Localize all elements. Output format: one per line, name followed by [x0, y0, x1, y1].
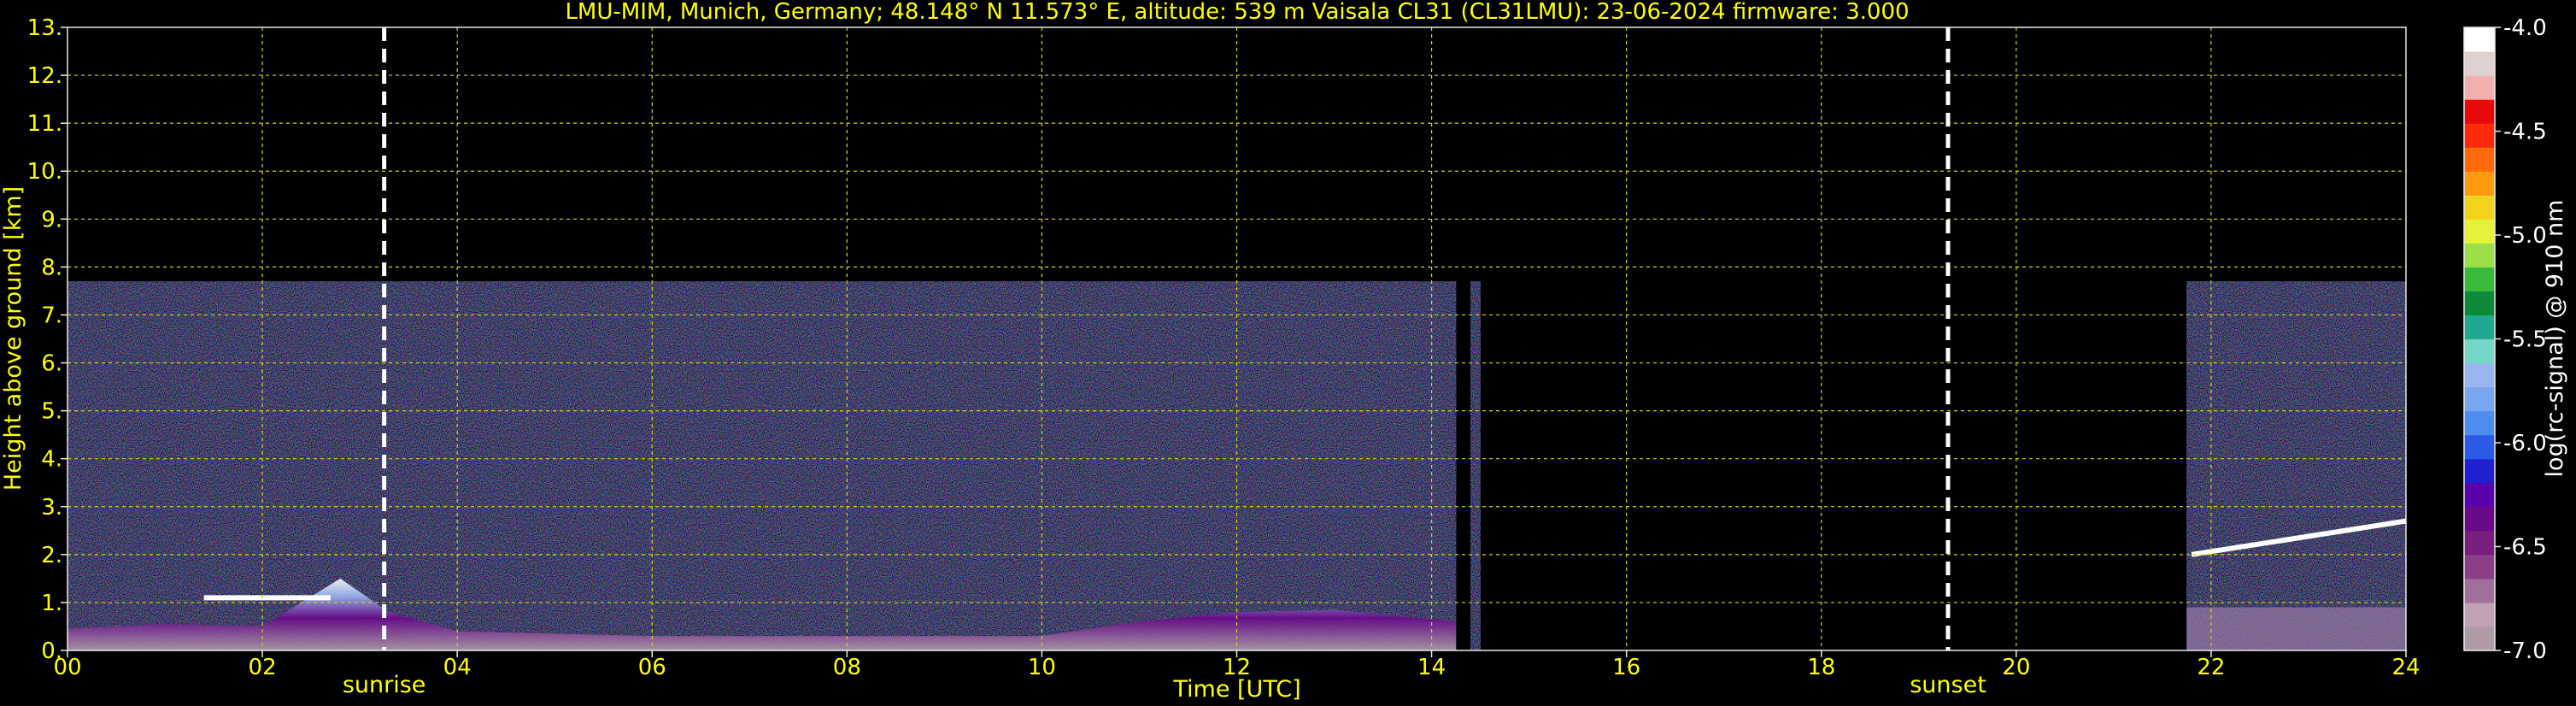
- colorbar-swatch-23: [2464, 75, 2495, 100]
- colorbar-swatch-14: [2464, 291, 2495, 316]
- colorbar-tick-label-0: -4.0: [2503, 15, 2547, 41]
- y-tick-label-13: 13.: [27, 15, 62, 41]
- x-axis-title: Time [UTC]: [1172, 676, 1300, 703]
- x-tick-label-24: 24: [2391, 655, 2420, 680]
- colorbar-swatch-15: [2464, 267, 2495, 292]
- x-tick-label-06: 06: [638, 655, 666, 680]
- colorbar-swatch-25: [2464, 27, 2495, 52]
- colorbar-swatch-12: [2464, 338, 2495, 364]
- x-tick-label-02: 02: [249, 655, 277, 680]
- colorbar-swatch-16: [2464, 243, 2495, 268]
- colorbar-swatch-6: [2464, 482, 2495, 508]
- x-tick-label-08: 08: [833, 655, 861, 680]
- y-tick-label-5: 5.: [41, 399, 62, 425]
- x-tick-label-10: 10: [1028, 655, 1056, 680]
- colorbar-swatch-2: [2464, 578, 2495, 603]
- colorbar-swatch-0: [2464, 626, 2495, 651]
- colorbar-title: log(rc-signal) @ 910 nm: [2542, 200, 2568, 478]
- colorbar-tick-label-5: -6.5: [2503, 535, 2547, 561]
- night-boundary-layer: [2186, 607, 2406, 650]
- x-tick-label-16: 16: [1612, 655, 1640, 680]
- x-tick-label-22: 22: [2197, 655, 2225, 680]
- colorbar-tick-label-3: -5.5: [2503, 327, 2547, 353]
- colorbar-swatch-13: [2464, 315, 2495, 340]
- sunset-label: sunset: [1910, 672, 1986, 698]
- y-tick-label-9: 9.: [41, 207, 62, 232]
- colorbar-swatch-17: [2464, 219, 2495, 244]
- colorbar-swatch-9: [2464, 410, 2495, 436]
- chart-title: LMU-MIM, Munich, Germany; 48.148° N 11.5…: [565, 0, 1909, 25]
- ceilometer-chart: sunrise sunset 0.1.2.3.4.5.6.7.8.9.10.11.…: [0, 0, 2568, 703]
- colorbar-tick-label-4: -6.0: [2503, 431, 2547, 456]
- colorbar-tick-label-6: -7.0: [2503, 638, 2547, 664]
- x-tick-label-20: 20: [2002, 655, 2030, 680]
- colorbar-swatch-10: [2464, 386, 2495, 412]
- x-tick-label-14: 14: [1417, 655, 1446, 680]
- colorbar-swatch-4: [2464, 530, 2495, 556]
- colorbar-swatch-20: [2464, 147, 2495, 172]
- y-tick-label-8: 8.: [41, 255, 62, 280]
- colorbar-swatch-19: [2464, 171, 2495, 196]
- x-tick-label-18: 18: [1807, 655, 1835, 680]
- colorbar-swatch-18: [2464, 195, 2495, 220]
- y-tick-label-10: 10.: [27, 159, 62, 185]
- colorbar-swatch-11: [2464, 362, 2495, 388]
- y-tick-label-12: 12.: [27, 63, 62, 89]
- y-tick-label-6: 6.: [41, 351, 62, 377]
- colorbar-swatch-7: [2464, 458, 2495, 484]
- colorbar-swatch-3: [2464, 554, 2495, 580]
- colorbar-tick-label-2: -5.0: [2503, 223, 2547, 249]
- colorbar-swatch-8: [2464, 434, 2495, 460]
- sunrise-label: sunrise: [343, 672, 426, 698]
- y-tick-label-2: 2.: [41, 543, 62, 568]
- colorbar-tick-label-1: -4.5: [2503, 120, 2547, 145]
- colorbar-swatch-1: [2464, 602, 2495, 627]
- colorbar-swatch-21: [2464, 123, 2495, 148]
- colorbar-swatch-22: [2464, 99, 2495, 124]
- y-axis-title: Height above ground [km]: [0, 186, 26, 491]
- signal-noise-0: [67, 281, 1457, 650]
- colorbar-swatch-24: [2464, 51, 2495, 76]
- signal-noise-1: [1470, 281, 1481, 650]
- signal-noise-2: [2186, 281, 2406, 650]
- y-tick-label-4: 4.: [41, 447, 62, 473]
- y-tick-label-11: 11.: [27, 111, 62, 137]
- colorbar-swatch-5: [2464, 506, 2495, 532]
- y-tick-label-1: 1.: [41, 591, 62, 616]
- y-tick-label-3: 3.: [41, 495, 62, 521]
- x-tick-label-00: 00: [53, 655, 81, 680]
- x-tick-label-04: 04: [443, 655, 472, 680]
- y-tick-label-7: 7.: [41, 303, 62, 328]
